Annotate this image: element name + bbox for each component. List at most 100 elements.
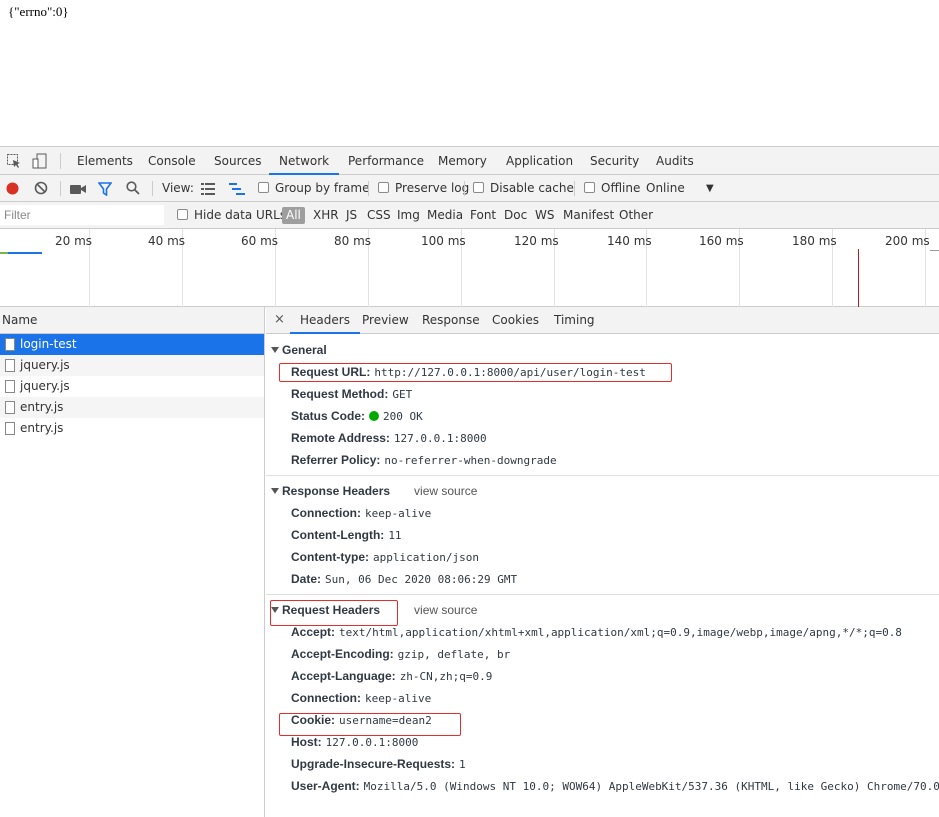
filter-type-css[interactable]: CSS xyxy=(367,202,391,229)
request-header-row: Accept: text/html,application/xhtml+xml,a… xyxy=(266,621,939,643)
timeline-tick-label: 80 ms xyxy=(334,234,372,248)
request-name: jquery.js xyxy=(20,379,70,393)
tab-console[interactable]: Console xyxy=(138,147,206,175)
device-toolbar-icon[interactable] xyxy=(32,153,48,169)
timeline-tick-label: 180 ms xyxy=(792,234,837,248)
throttling-select[interactable]: Online xyxy=(646,175,685,202)
header-key: Remote Address: xyxy=(291,431,390,445)
filter-input[interactable] xyxy=(0,205,164,225)
request-header-row: Upgrade-Insecure-Requests: 1 xyxy=(266,753,939,775)
filter-type-img[interactable]: Img xyxy=(397,202,420,229)
request-row[interactable]: login-test xyxy=(0,334,264,355)
request-row[interactable]: entry.js xyxy=(0,397,264,418)
timeline-load-marker xyxy=(858,249,859,307)
request-headers-section: Request Headers view source Accept: text/h… xyxy=(266,595,939,801)
tab-application[interactable]: Application xyxy=(496,147,583,175)
header-value: 11 xyxy=(388,529,402,542)
close-icon[interactable]: × xyxy=(274,307,285,334)
details-tabbar: × Headers Preview Response Cookies Timin… xyxy=(266,307,939,334)
tabbar-divider xyxy=(60,153,61,169)
header-value: http://127.0.0.1:8000/api/user/login-tes… xyxy=(374,366,646,379)
filter-type-all[interactable]: All xyxy=(282,207,305,224)
filter-type-other[interactable]: Other xyxy=(619,202,653,229)
search-icon[interactable] xyxy=(126,181,140,195)
view-source-link[interactable]: view source xyxy=(414,603,477,617)
tab-timing[interactable]: Timing xyxy=(544,307,605,334)
timeline-tick-label: 100 ms xyxy=(421,234,466,248)
hide-data-urls-label: Hide data URLs xyxy=(194,208,287,222)
header-value: 127.0.0.1:8000 xyxy=(325,736,419,749)
timeline-tick-label: 40 ms xyxy=(148,234,186,248)
general-section-header[interactable]: General xyxy=(266,339,939,361)
header-key: Request URL: xyxy=(291,365,371,379)
filter-type-doc[interactable]: Doc xyxy=(504,202,527,229)
request-header-row: Cookie: username=dean2 xyxy=(266,709,939,731)
filter-type-js[interactable]: JS xyxy=(346,202,357,229)
chevron-down-icon[interactable]: ▼ xyxy=(706,175,714,202)
filter-type-xhr[interactable]: XHR xyxy=(313,202,339,229)
triangle-down-icon xyxy=(271,347,279,353)
header-value: keep-alive xyxy=(365,507,432,520)
large-rows-icon[interactable] xyxy=(201,183,215,195)
header-value: no-referrer-when-downgrade xyxy=(384,454,557,467)
timeline-tick-label: 120 ms xyxy=(514,234,559,248)
request-name: login-test xyxy=(20,337,77,351)
timeline-overview[interactable]: 20 ms 40 ms 60 ms 80 ms 100 ms 120 ms 14… xyxy=(0,229,939,307)
response-headers-title: Response Headers xyxy=(282,484,391,498)
header-key: Host: xyxy=(291,735,322,749)
checkbox-box xyxy=(473,182,484,193)
status-ok-dot-icon xyxy=(369,411,380,421)
group-by-frame-checkbox[interactable]: Group by frame xyxy=(258,175,369,202)
header-key: Cookie: xyxy=(291,713,336,727)
clear-icon[interactable] xyxy=(34,181,48,195)
name-column-header[interactable]: Name xyxy=(0,307,264,334)
request-row[interactable]: entry.js xyxy=(0,418,264,439)
response-header-row: Date: Sun, 06 Dec 2020 08:06:29 GMT xyxy=(266,568,939,590)
page-body-json: {"errno":0} xyxy=(8,4,69,19)
record-icon[interactable] xyxy=(6,182,19,195)
preserve-log-checkbox[interactable]: Preserve log xyxy=(378,175,469,202)
disable-cache-checkbox[interactable]: Disable cache xyxy=(473,175,574,202)
screenshot-camera-icon[interactable] xyxy=(70,183,86,195)
request-row[interactable]: jquery.js xyxy=(0,376,264,397)
tab-elements[interactable]: Elements xyxy=(67,147,143,175)
hide-data-urls-checkbox[interactable]: Hide data URLs xyxy=(177,202,286,229)
tab-response[interactable]: Response xyxy=(412,307,490,334)
tab-preview[interactable]: Preview xyxy=(352,307,419,334)
tab-sources[interactable]: Sources xyxy=(204,147,271,175)
header-key: Upgrade-Insecure-Requests: xyxy=(291,757,456,771)
filter-type-media[interactable]: Media xyxy=(427,202,463,229)
request-headers-header[interactable]: Request Headers view source xyxy=(266,599,939,621)
inspect-element-icon[interactable] xyxy=(6,153,22,169)
header-key: Content-Length: xyxy=(291,528,385,542)
offline-label: Offline xyxy=(601,181,641,195)
request-name: entry.js xyxy=(20,421,64,435)
throttling-value: Online xyxy=(646,181,685,195)
tab-headers[interactable]: Headers xyxy=(290,307,360,334)
network-toolbar: View: Group by frame Preserve log Disabl… xyxy=(0,175,939,202)
header-key: Status Code: xyxy=(291,409,366,423)
filter-type-font[interactable]: Font xyxy=(470,202,496,229)
tab-cookies[interactable]: Cookies xyxy=(482,307,549,334)
disable-cache-label: Disable cache xyxy=(490,181,574,195)
response-headers-section: Response Headers view source Connection: k… xyxy=(266,476,939,595)
response-headers-header[interactable]: Response Headers view source xyxy=(266,480,939,502)
waterfall-overview-icon[interactable] xyxy=(229,183,245,195)
tab-performance[interactable]: Performance xyxy=(338,147,434,175)
header-key: Accept: xyxy=(291,625,336,639)
tab-audits[interactable]: Audits xyxy=(646,147,704,175)
filter-type-ws[interactable]: WS xyxy=(535,202,554,229)
filter-type-manifest[interactable]: Manifest xyxy=(563,202,614,229)
preserve-log-label: Preserve log xyxy=(395,181,470,195)
request-name: jquery.js xyxy=(20,358,70,372)
tab-security[interactable]: Security xyxy=(580,147,649,175)
header-value: Sun, 06 Dec 2020 08:06:29 GMT xyxy=(325,573,518,586)
request-header-row: User-Agent: Mozilla/5.0 (Windows NT 10.0;… xyxy=(266,775,939,797)
offline-checkbox[interactable]: Offline xyxy=(584,175,640,202)
request-name: entry.js xyxy=(20,400,64,414)
filter-funnel-icon[interactable] xyxy=(98,182,112,196)
tab-network[interactable]: Network xyxy=(269,147,340,175)
request-row[interactable]: jquery.js xyxy=(0,355,264,376)
view-source-link[interactable]: view source xyxy=(414,484,477,498)
tab-memory[interactable]: Memory xyxy=(428,147,497,175)
